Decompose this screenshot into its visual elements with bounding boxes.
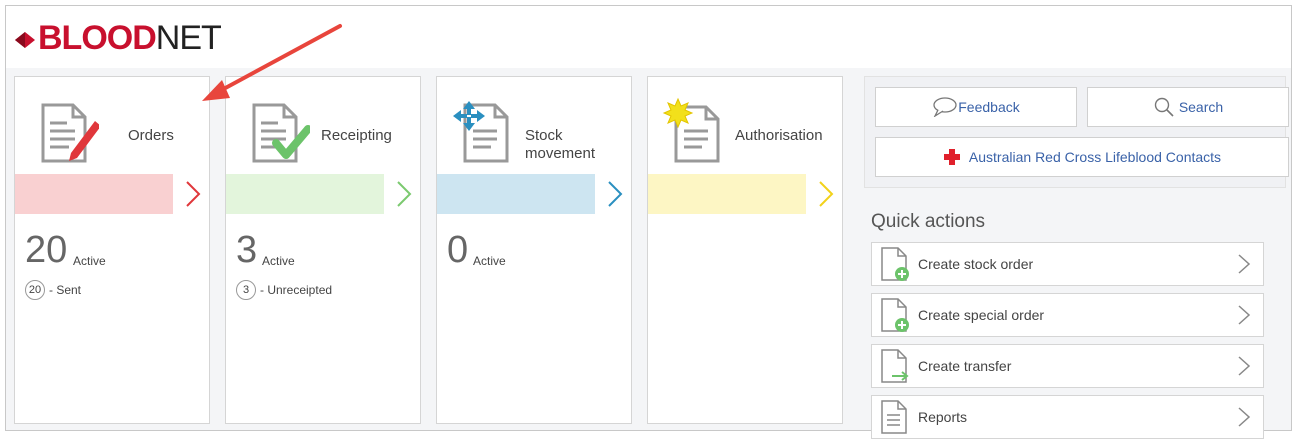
stock-movement-doc-arrows-icon bbox=[453, 101, 509, 163]
header: BLOOD NET bbox=[6, 6, 1291, 66]
quick-action-create-stock-order[interactable]: Create stock order bbox=[871, 242, 1264, 286]
lifeblood-contacts-button[interactable]: Australian Red Cross Lifeblood Contacts bbox=[875, 137, 1289, 177]
speech-bubble-icon bbox=[933, 97, 957, 117]
active-count: 3 bbox=[236, 229, 258, 271]
search-button[interactable]: Search bbox=[1087, 87, 1289, 127]
count-badge: 20 bbox=[25, 280, 45, 300]
tile-title: Orders bbox=[128, 127, 174, 144]
unreceipted-label: - Unreceipted bbox=[260, 283, 333, 297]
quick-action-label: Create special order bbox=[918, 307, 1045, 323]
chevron-right-icon[interactable] bbox=[603, 180, 627, 208]
status-bar bbox=[15, 174, 173, 214]
chevron-right-icon bbox=[1238, 305, 1251, 325]
app-frame: BLOOD NET Orders 20 Active 20 - Sent Rec… bbox=[5, 5, 1292, 439]
quick-action-label: Create transfer bbox=[918, 358, 1012, 374]
tile-title: Receipting bbox=[321, 127, 392, 144]
main-content: Orders 20 Active 20 - Sent Receipting 3 … bbox=[6, 68, 1291, 439]
active-count: 0 bbox=[447, 229, 469, 271]
logo-text-net: NET bbox=[155, 19, 222, 57]
quick-action-create-transfer[interactable]: Create transfer bbox=[871, 344, 1264, 388]
doc-lines-icon bbox=[881, 400, 907, 434]
utility-panel: Feedback Search Australian Red Cross Lif… bbox=[864, 76, 1289, 188]
doc-arrow-icon bbox=[881, 349, 909, 383]
unreceipted-status: 3 - Unreceipted bbox=[236, 280, 332, 300]
tile-orders[interactable]: Orders 20 Active 20 - Sent bbox=[14, 76, 210, 424]
doc-plus-icon bbox=[881, 298, 909, 332]
chevron-right-icon[interactable] bbox=[392, 180, 416, 208]
logo-text-blood: BLOOD bbox=[38, 19, 157, 57]
tile-title-line2: movement bbox=[525, 145, 596, 162]
quick-action-label: Create stock order bbox=[918, 256, 1034, 272]
status-bar bbox=[226, 174, 384, 214]
status-bar bbox=[648, 174, 806, 214]
search-icon bbox=[1154, 97, 1174, 117]
active-count: 20 bbox=[25, 229, 68, 271]
bloodnet-logo[interactable]: BLOOD NET bbox=[14, 18, 222, 58]
quick-actions-title: Quick actions bbox=[871, 211, 986, 232]
red-cross-icon bbox=[943, 149, 960, 165]
quick-action-create-special-order[interactable]: Create special order bbox=[871, 293, 1264, 337]
receipting-doc-check-icon bbox=[252, 103, 310, 163]
contacts-label: Australian Red Cross Lifeblood Contacts bbox=[968, 149, 1222, 165]
chevron-right-icon[interactable] bbox=[814, 180, 838, 208]
feedback-button[interactable]: Feedback bbox=[875, 87, 1077, 127]
tile-title-line1: Stock bbox=[525, 127, 563, 144]
tile-stock-movement[interactable]: Stock movement 0 Active bbox=[436, 76, 632, 424]
tile-title: Authorisation bbox=[735, 127, 823, 144]
chevron-right-icon[interactable] bbox=[181, 180, 205, 208]
chevron-right-icon bbox=[1238, 356, 1251, 376]
doc-plus-icon bbox=[881, 247, 909, 281]
sent-status: 20 - Sent bbox=[25, 280, 81, 300]
tile-authorisation[interactable]: Authorisation bbox=[647, 76, 843, 424]
orders-doc-pencil-icon bbox=[41, 103, 99, 163]
chevron-right-icon bbox=[1238, 254, 1251, 274]
sent-label: - Sent bbox=[49, 283, 82, 297]
search-label: Search bbox=[1178, 99, 1224, 115]
quick-action-label: Reports bbox=[918, 409, 968, 425]
status-bar bbox=[437, 174, 595, 214]
blood-drop-icon bbox=[15, 32, 35, 48]
active-label: Active bbox=[73, 254, 106, 268]
chevron-right-icon bbox=[1238, 407, 1251, 427]
quick-action-reports[interactable]: Reports bbox=[871, 395, 1264, 439]
authorisation-doc-star-icon bbox=[662, 97, 720, 163]
active-label: Active bbox=[262, 254, 295, 268]
tile-receipting[interactable]: Receipting 3 Active 3 - Unreceipted bbox=[225, 76, 421, 424]
count-badge: 3 bbox=[236, 280, 256, 300]
feedback-label: Feedback bbox=[958, 99, 1020, 115]
active-label: Active bbox=[473, 254, 506, 268]
